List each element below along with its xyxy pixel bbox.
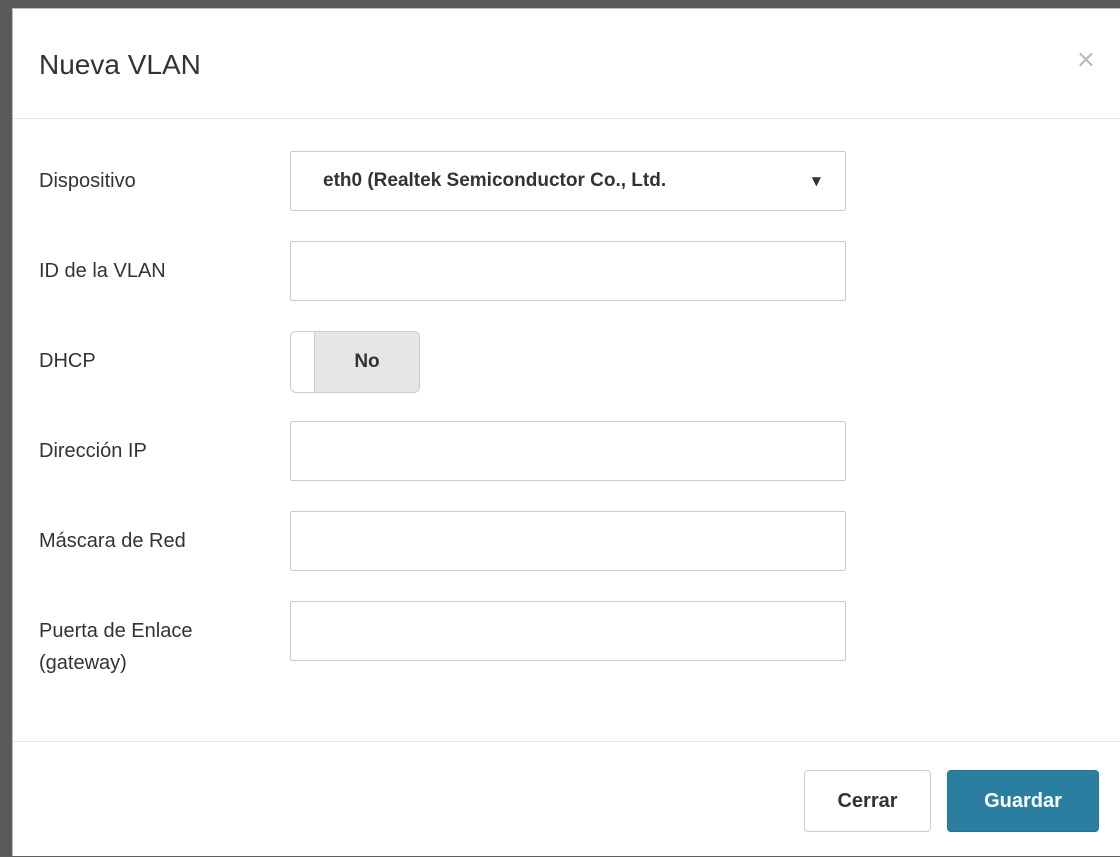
ip-address-input[interactable] [290,421,846,481]
vlan-id-input[interactable] [290,241,846,301]
dialog-title: Nueva VLAN [39,49,201,80]
chevron-down-icon: ▼ [811,174,821,188]
ip-address-label: Dirección IP [39,440,147,462]
device-selected-value: eth0 (Realtek Semiconductor Co., Ltd. [323,170,667,191]
gateway-input[interactable] [290,601,846,661]
close-button[interactable]: Cerrar [804,770,931,832]
dialog-body: Dispositivo eth0 (Realtek Semiconductor … [13,119,1120,741]
dhcp-toggle[interactable]: No [290,331,420,393]
gateway-label-line2: (gateway) [39,652,127,674]
gateway-label: Puerta de Enlace (gateway) [39,615,192,679]
dialog-footer: Cerrar Guardar [13,741,1120,857]
new-vlan-dialog: Nueva VLAN × Dispositivo eth0 (Realtek S… [12,8,1120,856]
device-select[interactable]: eth0 (Realtek Semiconductor Co., Ltd. ▼ [290,151,846,211]
gateway-label-line1: Puerta de Enlace [39,620,193,642]
netmask-input[interactable] [290,511,846,571]
dhcp-label: DHCP [39,350,96,372]
dhcp-toggle-state: No [354,351,380,372]
save-button[interactable]: Guardar [947,770,1099,832]
netmask-label: Máscara de Red [39,530,186,552]
close-icon[interactable]: × [1076,47,1096,71]
toggle-handle [291,332,315,392]
vlan-id-label: ID de la VLAN [39,260,166,282]
dialog-header: Nueva VLAN × [13,9,1120,119]
device-label: Dispositivo [39,170,136,192]
